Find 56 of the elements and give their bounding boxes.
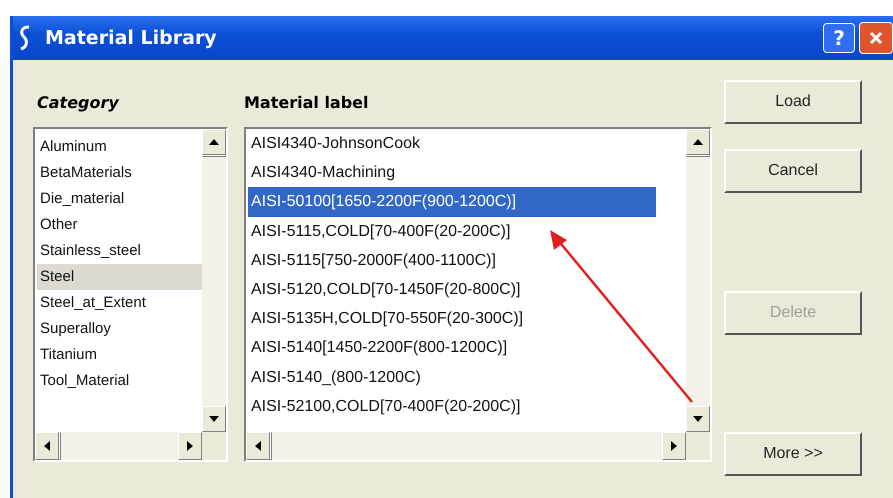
list-item[interactable]: Stainless_steel [37, 238, 202, 264]
list-item[interactable]: AISI-52100,COLD[70-400F(20-200C)] [248, 392, 656, 421]
list-item[interactable]: BetaMaterials [37, 160, 202, 186]
scroll-left-button[interactable] [246, 432, 270, 460]
dialog-button[interactable]: Load [724, 80, 862, 124]
list-item[interactable]: Steel_at_Extent [37, 290, 202, 316]
scrollbar-corner [686, 432, 710, 460]
down-arrow-icon [693, 416, 703, 422]
down-arrow-icon [209, 416, 219, 422]
horizontal-scrollbar[interactable] [35, 432, 202, 460]
scrollbar-thumb[interactable] [202, 155, 226, 157]
scrollbar-thumb[interactable] [686, 155, 710, 157]
list-item[interactable]: Superalloy [37, 316, 202, 342]
list-item[interactable]: Titanium [37, 342, 202, 368]
list-item[interactable]: AISI-5135H,COLD[70-550F(20-300C)] [248, 304, 656, 334]
left-arrow-icon [44, 441, 50, 451]
horizontal-scrollbar[interactable] [246, 432, 686, 460]
help-button[interactable]: ? [823, 23, 855, 53]
close-button[interactable] [859, 22, 893, 54]
right-arrow-icon [671, 441, 677, 451]
right-arrow-icon [187, 441, 193, 451]
scroll-right-button[interactable] [662, 432, 686, 460]
vertical-scrollbar[interactable] [686, 129, 710, 432]
scroll-up-button[interactable] [686, 129, 710, 155]
scroll-right-button[interactable] [178, 432, 202, 460]
list-item[interactable]: Die_material [37, 186, 202, 212]
left-arrow-icon [255, 441, 261, 451]
scroll-up-button[interactable] [202, 129, 226, 155]
window-title: Material Library [45, 27, 217, 49]
dialog-button[interactable]: More >> [724, 432, 862, 476]
list-item[interactable]: AISI4340-Machining [248, 158, 656, 188]
dialog-button[interactable]: Cancel [724, 149, 862, 193]
list-item[interactable]: AISI-5140_(800-1200C) [248, 362, 656, 392]
scroll-down-button[interactable] [202, 406, 226, 432]
scroll-left-button[interactable] [35, 432, 59, 460]
up-arrow-icon [693, 139, 703, 145]
app-logo-icon [19, 25, 31, 51]
list-item[interactable]: Aluminum [37, 134, 202, 160]
scroll-down-button[interactable] [686, 406, 710, 432]
list-item[interactable]: Other [37, 212, 202, 238]
material-heading: Material label [244, 92, 370, 113]
list-item[interactable]: AISI-50100[1650-2200F(900-1200C)] [248, 187, 656, 217]
scrollbar-corner [202, 432, 226, 460]
list-item[interactable]: AISI-5140[1450-2200F(800-1200C)] [248, 333, 656, 362]
list-item[interactable]: Steel [37, 264, 202, 290]
scrollbar-thumb[interactable] [59, 432, 61, 460]
list-item[interactable]: Tool_Material [37, 368, 202, 394]
category-heading: Category [36, 92, 120, 113]
scrollbar-thumb[interactable] [270, 432, 272, 460]
list-item[interactable]: AISI-5115,COLD[70-400F(20-200C)] [248, 216, 656, 246]
vertical-scrollbar[interactable] [202, 129, 226, 432]
close-icon [869, 31, 883, 45]
list-item[interactable]: AISI4340-JohnsonCook [248, 129, 656, 158]
list-item[interactable]: AISI-5120,COLD[70-1450F(20-800C)] [248, 274, 656, 304]
up-arrow-icon [209, 139, 219, 145]
list-item[interactable]: AISI-5115[750-2000F(400-1100C)] [248, 246, 656, 275]
